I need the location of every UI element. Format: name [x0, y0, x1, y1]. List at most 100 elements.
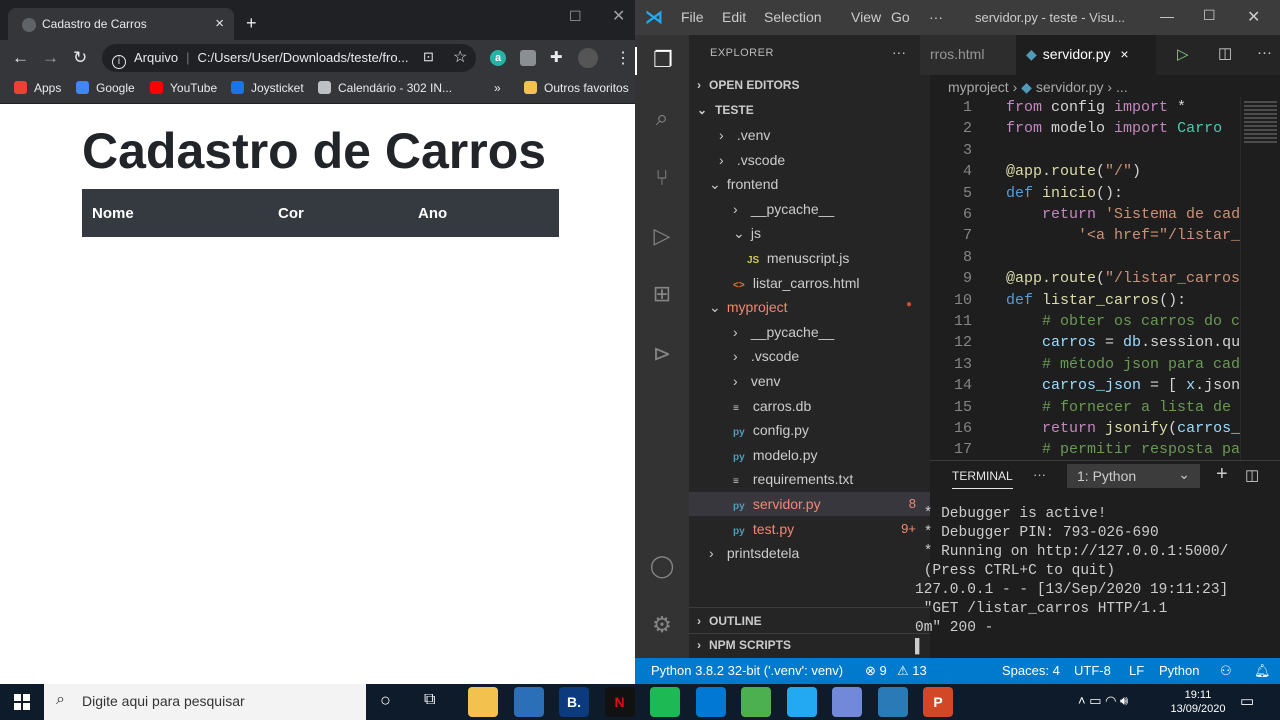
code-line[interactable]: # método json para cada [1006, 356, 1249, 373]
tree-item[interactable]: py config.py [689, 418, 930, 442]
code-line[interactable]: return 'Sistema de cada [1006, 206, 1249, 223]
menu-item[interactable]: Go [891, 9, 910, 25]
bookmark-item[interactable]: Google [76, 81, 135, 95]
line-ending[interactable]: LF [1129, 663, 1144, 678]
tree-item[interactable]: › printsdetela [689, 541, 930, 565]
tree-item[interactable]: JS menuscript.js [689, 246, 930, 270]
forward-icon[interactable]: → [42, 48, 59, 68]
section-npm-scripts[interactable]: › NPM SCRIPTS [697, 638, 791, 652]
terminal-output[interactable]: * Debugger is active! * Debugger PIN: 79… [915, 505, 1235, 657]
netflix-icon[interactable]: N [604, 687, 635, 717]
bookmark-item[interactable]: Joysticket [231, 81, 304, 95]
browser-tab[interactable]: Cadastro de Carros × [8, 8, 234, 40]
section-outline[interactable]: › OUTLINE [697, 614, 762, 628]
action-center-icon[interactable]: ▭ [1240, 692, 1254, 710]
new-terminal-icon[interactable]: + [1216, 463, 1228, 486]
section-workspace[interactable]: ⌄ TESTE [697, 103, 754, 117]
code-line[interactable]: carros_json = [ x.json( [1006, 377, 1249, 394]
spotify-icon[interactable] [650, 687, 680, 717]
tree-item[interactable]: py modelo.py [689, 443, 930, 467]
new-tab-button[interactable]: + [246, 13, 257, 34]
other-favorites[interactable]: Outros favoritos [524, 81, 629, 95]
code-line[interactable]: def listar_carros(): [1006, 292, 1186, 309]
minimap[interactable] [1240, 97, 1280, 460]
language-mode[interactable]: Python [1159, 663, 1199, 678]
run-debug-icon[interactable]: ▷ [648, 223, 676, 251]
tree-item[interactable]: py test.py 9+ [689, 517, 930, 541]
tree-item[interactable]: › venv [689, 369, 930, 393]
tab-terminal[interactable]: TERMINAL [952, 469, 1013, 489]
code-line[interactable]: # permitir resposta par [1006, 441, 1249, 458]
encoding[interactable]: UTF-8 [1074, 663, 1111, 678]
close-tab-icon[interactable]: × [215, 15, 224, 32]
bookmark-item[interactable]: YouTube [150, 81, 217, 95]
star-icon[interactable]: ☆ [453, 47, 467, 67]
powerpoint-icon[interactable]: P [923, 687, 953, 717]
tree-item[interactable]: › .venv [689, 123, 930, 147]
close-window-icon[interactable]: ✕ [1247, 7, 1260, 27]
cortana-icon[interactable]: ○ [380, 690, 391, 711]
terminal-panel-icon[interactable]: ⊳ [648, 341, 676, 369]
clock[interactable]: 19:11 13/09/2020 [1168, 688, 1228, 716]
close-tab-icon[interactable]: × [1120, 46, 1128, 62]
code-line[interactable]: # obter os carros do ca [1006, 313, 1249, 330]
live-share-icon[interactable]: ⚇ [1220, 663, 1232, 679]
section-open-editors[interactable]: › OPEN EDITORS [697, 78, 799, 92]
panel-more-icon[interactable]: ··· [1033, 467, 1046, 482]
notifications-bell-icon[interactable]: 🔔︎ [1254, 663, 1271, 679]
tab-listar-carros-html[interactable]: rros.html [920, 35, 1016, 75]
code-editor[interactable]: 1 from config import * 2 from modelo import… [930, 97, 1280, 460]
split-editor-icon[interactable]: ◫ [1218, 44, 1232, 62]
split-terminal-icon[interactable]: ◫ [1245, 466, 1259, 484]
tree-item[interactable]: ≡ carros.db [689, 394, 930, 418]
tree-item[interactable]: <> listar_carros.html [689, 271, 930, 295]
maximize-icon[interactable]: ☐ [569, 8, 582, 25]
bookmark-item[interactable]: Apps [14, 81, 61, 95]
code-line[interactable]: # fornecer a lista de c [1006, 399, 1249, 416]
breadcrumb-file[interactable]: servidor.py [1036, 79, 1104, 95]
minimize-icon[interactable]: — [1160, 8, 1174, 24]
code-line[interactable]: '<a href="/listar_c [1006, 227, 1249, 244]
python-interpreter[interactable]: Python 3.8.2 32-bit ('.venv': venv) [651, 663, 843, 678]
tab-servidor-py[interactable]: ◆ servidor.py × [1016, 35, 1156, 75]
code-line[interactable]: carros = db.session.que [1006, 334, 1249, 351]
maximize-icon[interactable]: ☐ [1203, 7, 1216, 24]
breadcrumb-folder[interactable]: myproject [948, 79, 1009, 95]
translate-icon[interactable]: ⊡ [423, 49, 434, 65]
shield-icon[interactable] [520, 50, 536, 66]
problems-warnings[interactable]: ⚠ 13 [897, 663, 927, 679]
tree-item[interactable]: ⌄ myproject ● [689, 295, 930, 319]
system-tray-icons[interactable]: ˄ ▭ ◠ 🔊︎ [1078, 694, 1158, 708]
photos-icon[interactable] [877, 687, 908, 717]
tree-item[interactable]: › __pycache__ [689, 197, 930, 221]
account-icon[interactable]: ◯ [648, 553, 676, 581]
task-view-icon[interactable]: ⧉ [424, 691, 435, 709]
store-icon[interactable] [513, 687, 544, 717]
info-icon[interactable]: i [112, 55, 126, 69]
puzzle-icon[interactable]: ✚ [550, 48, 563, 66]
close-window-icon[interactable]: ✕ [612, 6, 625, 26]
vscode-icon[interactable] [786, 687, 817, 717]
bookmark-item[interactable]: Calendário - 302 IN... [318, 81, 452, 95]
discord-icon[interactable] [832, 687, 862, 717]
menu-item[interactable]: ··· [929, 9, 943, 25]
tree-item[interactable]: › __pycache__ [689, 320, 930, 344]
settings-gear-icon[interactable]: ⚙ [648, 612, 676, 640]
explorer-files-icon[interactable]: ❐ [635, 47, 689, 75]
menu-item[interactable]: Selection [764, 9, 822, 25]
booking-icon[interactable]: B. [559, 687, 589, 717]
explorer-more-icon[interactable]: ··· [892, 44, 906, 60]
problems-errors[interactable]: ⊗ 9 [865, 663, 887, 679]
more-bookmarks-icon[interactable]: » [494, 81, 501, 95]
code-line[interactable]: @app.route("/listar_carros" [1006, 270, 1249, 287]
search-icon[interactable]: ⌕ [648, 105, 676, 133]
windows-start-icon[interactable] [14, 694, 30, 710]
source-control-icon[interactable]: ⑂ [648, 165, 676, 193]
indentation[interactable]: Spaces: 4 [1002, 663, 1060, 678]
extension-a-icon[interactable]: a [490, 50, 506, 66]
menu-item[interactable]: Edit [722, 9, 746, 25]
tree-item[interactable]: › .vscode [689, 148, 930, 172]
code-line[interactable]: from config import * [1006, 99, 1186, 116]
extensions-icon[interactable]: ⊞ [648, 281, 676, 309]
tree-item[interactable]: py servidor.py 8 [689, 492, 930, 516]
